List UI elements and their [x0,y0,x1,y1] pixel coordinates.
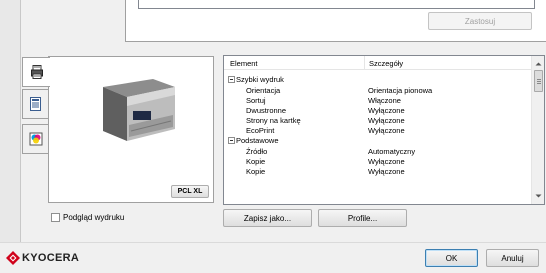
tab-color[interactable] [22,124,48,154]
cancel-button[interactable]: Anuluj [486,249,539,267]
top-panel-field [138,0,535,9]
collapse-icon[interactable] [228,76,235,83]
list-item[interactable]: Kopie Wyłączone [224,157,531,167]
printer-settings-icon [30,65,43,79]
list-item[interactable]: Strony na kartkę Wyłączone [224,116,531,126]
left-strip [0,0,21,273]
top-panel: Zastosuj [125,0,546,42]
document-icon [30,97,41,111]
kyocera-logo-icon [6,251,20,265]
pcl-xl-badge: PCL XL [171,185,209,198]
printer-preview: PCL XL [48,56,214,203]
list-item[interactable]: Orientacja Orientacja pionowa [224,86,531,96]
print-preview-checkbox[interactable] [51,213,60,222]
settings-list[interactable]: Element Szczegóły Szybki wydruk Orientac… [223,55,545,205]
scroll-thumb[interactable] [534,70,543,92]
column-element: Element [230,59,258,68]
brand-name: KYOCERA [22,252,80,264]
list-item[interactable]: Sortuj Włączone [224,96,531,106]
collapse-icon[interactable] [228,137,235,144]
print-preview-label: Podgląd wydruku [63,213,125,222]
profile-button[interactable]: Profile... [318,209,407,227]
bottom-bar: KYOCERA OK Anuluj [0,242,546,273]
list-item[interactable]: Dwustronne Wyłączone [224,106,531,116]
column-details: Szczegóły [369,59,404,68]
save-as-button[interactable]: Zapisz jako... [223,209,312,227]
list-item[interactable]: Źródło Automatyczny [224,147,531,157]
list-header: Element Szczegóły [224,56,531,70]
list-item[interactable]: Kopie Wyłączone [224,167,531,177]
scroll-up-icon[interactable] [532,58,545,70]
list-scrollbar[interactable] [531,56,545,204]
color-icon [29,132,42,146]
printer-image-icon [103,79,175,141]
ok-button[interactable]: OK [425,249,478,267]
tab-quick-print[interactable] [22,57,50,87]
list-group[interactable]: Podstawowe [224,136,531,146]
scroll-down-icon[interactable] [532,190,545,202]
tab-basic[interactable] [22,89,48,119]
list-group[interactable]: Szybki wydruk [224,75,531,85]
list-item[interactable]: EcoPrint Wyłączone [224,126,531,136]
apply-button[interactable]: Zastosuj [428,12,532,30]
